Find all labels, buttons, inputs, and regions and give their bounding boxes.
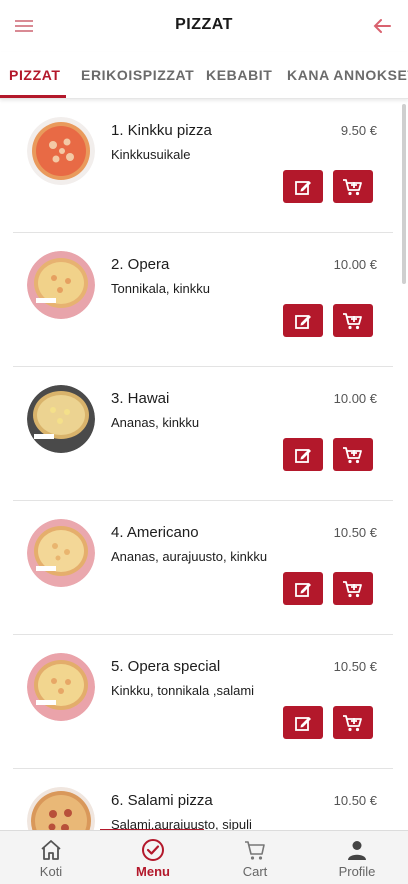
arrow-left-icon[interactable] (370, 14, 394, 38)
tab-pizzat[interactable]: PIZZAT (9, 67, 61, 83)
list-item[interactable]: 4. Americano Ananas, aurajuusto, kinkku … (13, 501, 393, 635)
pizza-image (27, 251, 95, 319)
nav-label: Menu (136, 864, 170, 879)
pizza-image (27, 519, 95, 587)
item-name: 1. Kinkku pizza (111, 122, 212, 139)
edit-icon (295, 314, 311, 329)
item-name: 3. Hawai (111, 390, 170, 407)
edit-button[interactable] (283, 304, 323, 337)
tab-kana-annokset[interactable]: KANA ANNOKSET (287, 67, 408, 83)
edit-button[interactable] (283, 706, 323, 739)
add-cart-icon (343, 714, 362, 731)
nav-label: Profile (338, 864, 376, 879)
add-cart-icon (343, 312, 362, 329)
item-price: 10.50 € (333, 525, 377, 540)
list-item[interactable]: 6. Salami pizza Salami,aurajuusto, sipul… (13, 769, 393, 830)
nav-label: Koti (39, 864, 63, 879)
list-item[interactable]: 3. Hawai Ananas, kinkku 10.00 € (13, 367, 393, 501)
edit-button[interactable] (283, 438, 323, 471)
check-circle-icon (102, 838, 204, 862)
active-tab-indicator (0, 95, 66, 98)
item-description: Kinkku, tonnikala ,salami (111, 683, 255, 698)
edit-icon (295, 180, 311, 195)
nav-label: Cart (242, 864, 268, 879)
item-price: 10.00 € (333, 391, 377, 406)
bottom-navigation: Koti Menu Cart Profile (0, 830, 408, 884)
tab-erikoispizzat[interactable]: ERIKOISPIZZAT (81, 67, 194, 83)
add-cart-icon (343, 178, 362, 195)
item-name: 2. Opera (111, 256, 170, 273)
tab-kebabit[interactable]: KEBABIT (206, 67, 272, 83)
nav-item-cart[interactable]: Cart (204, 831, 306, 884)
pizza-image (27, 117, 95, 185)
item-description: Ananas, kinkku (111, 415, 200, 430)
edit-button[interactable] (283, 170, 323, 203)
home-icon (0, 838, 102, 862)
cart-icon (204, 838, 306, 862)
add-to-cart-button[interactable] (333, 572, 373, 605)
add-cart-icon (343, 446, 362, 463)
item-price: 10.50 € (333, 659, 377, 674)
item-description: Kinkkusuikale (111, 147, 191, 162)
item-name: 6. Salami pizza (111, 792, 213, 809)
item-price: 9.50 € (340, 123, 377, 138)
nav-item-profile[interactable]: Profile (306, 831, 408, 884)
edit-icon (295, 716, 311, 731)
item-price: 10.50 € (333, 793, 377, 808)
user-icon (306, 838, 408, 862)
add-to-cart-button[interactable] (333, 706, 373, 739)
scrollbar[interactable] (402, 104, 406, 284)
pizza-image (27, 385, 95, 453)
item-description: Ananas, aurajuusto, kinkku (111, 549, 268, 564)
nav-item-koti[interactable]: Koti (0, 831, 102, 884)
list-item[interactable]: 5. Opera special Kinkku, tonnikala ,sala… (13, 635, 393, 769)
item-name: 5. Opera special (111, 658, 221, 675)
nav-item-menu[interactable]: Menu (102, 831, 204, 884)
item-description: Tonnikala, kinkku (111, 281, 210, 296)
edit-icon (295, 448, 311, 463)
item-name: 4. Americano (111, 524, 199, 541)
item-price: 10.00 € (333, 257, 377, 272)
pizza-image (27, 787, 95, 830)
category-tabs: PIZZAT ERIKOISPIZZAT KEBABIT KANA ANNOKS… (0, 52, 408, 99)
edit-button[interactable] (283, 572, 323, 605)
menu-list: 1. Kinkku pizza Kinkkusuikale 9.50 € 2. … (0, 99, 408, 830)
page-title: PIZZAT (175, 16, 233, 33)
list-item[interactable]: 2. Opera Tonnikala, kinkku 10.00 € (13, 233, 393, 367)
pizza-image (27, 653, 95, 721)
list-item[interactable]: 1. Kinkku pizza Kinkkusuikale 9.50 € (13, 99, 393, 233)
add-to-cart-button[interactable] (333, 170, 373, 203)
edit-icon (295, 582, 311, 597)
add-to-cart-button[interactable] (333, 304, 373, 337)
add-cart-icon (343, 580, 362, 597)
add-to-cart-button[interactable] (333, 438, 373, 471)
top-app-bar: PIZZAT (0, 0, 408, 52)
